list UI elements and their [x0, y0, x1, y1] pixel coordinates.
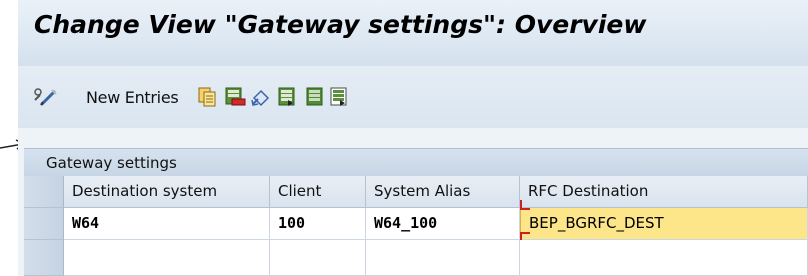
application-toolbar: New Entries — [18, 66, 808, 129]
cell-client[interactable] — [270, 240, 366, 276]
table-control: Gateway settings Destination system Clie… — [18, 128, 808, 276]
row-selector[interactable] — [24, 240, 64, 276]
table-group-header: Gateway settings — [24, 148, 808, 177]
cell-client[interactable]: 100 — [270, 208, 366, 240]
cell-destination-system[interactable] — [64, 240, 270, 276]
edit-pen-icon[interactable] — [32, 86, 58, 108]
column-header-client[interactable]: Client — [270, 176, 366, 208]
cell-rfc-destination[interactable]: BEP_BGRFC_DEST — [520, 208, 808, 240]
cell-system-alias[interactable]: W64_100 — [366, 208, 520, 240]
error-marker-top — [520, 200, 530, 210]
copy-icon[interactable] — [196, 86, 218, 108]
select-all-rows-button[interactable] — [24, 176, 64, 208]
select-all-icon[interactable] — [276, 86, 298, 108]
data-grid: Destination system Client System Alias R… — [24, 176, 808, 276]
cell-rfc-destination[interactable] — [520, 240, 808, 276]
row-selector[interactable] — [24, 208, 64, 240]
undo-icon[interactable] — [250, 86, 272, 108]
column-header-destination-system[interactable]: Destination system — [64, 176, 270, 208]
delete-icon[interactable] — [224, 86, 246, 108]
cell-system-alias[interactable] — [366, 240, 520, 276]
column-header-rfc-destination[interactable]: RFC Destination — [520, 176, 808, 208]
sap-window: Change View "Gateway settings": Overview… — [0, 0, 808, 276]
deselect-all-icon[interactable] — [328, 86, 350, 108]
title-bar: Change View "Gateway settings": Overview — [18, 0, 808, 66]
table-title: Gateway settings — [46, 154, 177, 172]
select-block-icon[interactable] — [304, 86, 326, 108]
page-title: Change View "Gateway settings": Overview — [34, 10, 647, 39]
new-entries-button[interactable]: New Entries — [86, 88, 179, 107]
column-header-system-alias[interactable]: System Alias — [366, 176, 520, 208]
cell-destination-system[interactable]: W64 — [64, 208, 270, 240]
